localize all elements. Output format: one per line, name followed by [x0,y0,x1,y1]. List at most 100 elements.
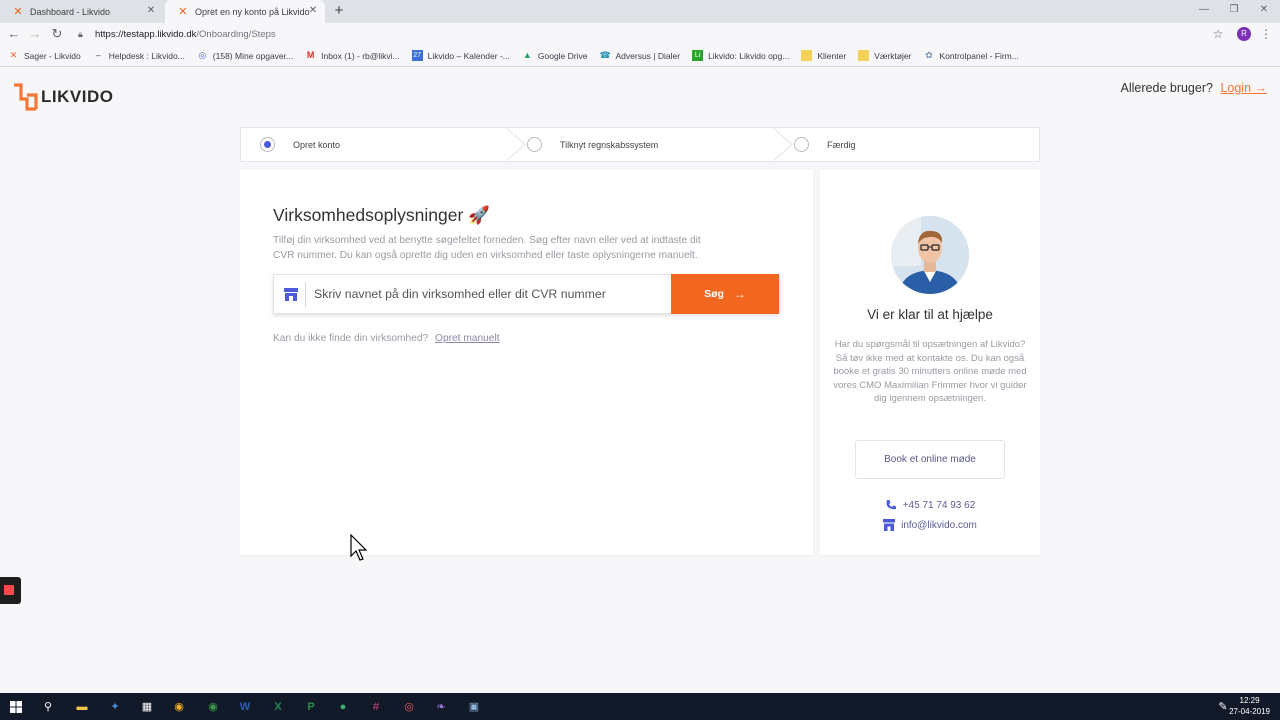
bookmark-kalender[interactable]: 27 Likvido – Kalender -... [411,50,510,61]
bookmark-label: Google Drive [537,50,588,61]
reload-button[interactable]: ↻ [49,26,65,42]
record-stop-icon [4,585,14,595]
restore-button[interactable]: ❐ [1221,2,1247,18]
chrome-profile-icon[interactable]: ◉ [203,697,223,716]
address-bar: ← → ↻ 🔒︎ https://testapp.likvido.dk/Onbo… [0,23,1280,45]
step-divider-icon [505,128,526,161]
lock-icon: 🔒︎ [78,28,83,39]
browser-menu-icon[interactable]: ⋮ [1260,26,1272,42]
search-button[interactable]: Søg → [671,274,779,314]
logo-text: LIKVIDO [41,87,114,106]
onboarding-stepper: Opret konto Tilknyt regnskabssystem Færd… [240,127,1040,162]
bookmark-adversus[interactable]: ☎ Adversus | Dialer [599,50,680,61]
bookmark-label: Sager - Likvido [24,50,81,61]
arrow-right-icon: → [733,287,746,301]
step-tilknyt[interactable]: Tilknyt regnskabssystem [527,128,658,161]
bookmarks-bar: ✕ Sager - Likvido – Helpdesk : Likvido... … [0,45,1280,67]
project-icon[interactable]: P [301,697,321,716]
step-divider-icon [772,128,793,161]
windows-taskbar: ⚲ ▬ ✦ ▦ ◉ ◉ W X P ● # ◎ ❧ ▣ ✎ 12:29 27-0… [0,693,1280,720]
company-search: Søg → [273,274,780,314]
phone-link[interactable]: +45 71 74 93 62 [820,499,1040,511]
tab-dashboard[interactable]: ✕ Dashboard - Likvido ✕ [0,0,163,23]
shop-icon [883,519,896,531]
back-button[interactable]: ← [6,26,22,42]
step-label: Færdig [827,139,856,150]
close-tab-icon[interactable]: ✕ [307,5,319,17]
close-tab-icon[interactable]: ✕ [145,5,157,17]
step-radio [527,137,542,152]
word-icon[interactable]: W [235,697,255,716]
bookmark-label: (158) Mine opgaver... [212,50,294,61]
create-manually-link[interactable]: Opret manuelt [435,333,500,344]
browser-tab-bar: ✕ Dashboard - Likvido ✕ ✕ Opret en ny ko… [0,0,1280,23]
feather-icon[interactable]: ❧ [431,697,451,716]
calculator-icon[interactable]: ▦ [137,697,157,716]
bookmark-star-icon[interactable]: ☆ [1210,26,1226,42]
step-label: Opret konto [293,139,341,150]
clock-time: 12:29 [1239,696,1260,705]
company-search-input[interactable] [314,284,664,304]
bookmark-inbox[interactable]: M Inbox (1) - rb@likvi... [305,50,400,61]
screen-recorder-widget[interactable] [0,577,21,604]
new-tab-button[interactable]: + [331,3,347,19]
dialer-icon: ☎ [599,50,611,60]
app-icon[interactable]: ✦ [105,697,125,716]
bookmark-label: Inbox (1) - rb@likvi... [321,50,400,61]
likvido-favicon-icon: ✕ [178,5,188,18]
bookmark-drive[interactable]: ▲ Google Drive [522,50,588,61]
excel-icon[interactable]: X [268,697,288,716]
bookmark-label: Værktøjer [874,50,912,61]
step-faerdig[interactable]: Færdig [794,128,856,161]
bookmark-likvido-opg[interactable]: Li Likvido: Likvido opg... [692,50,789,61]
forward-button[interactable]: → [27,26,43,42]
gear-icon: ✿ [925,50,933,60]
target-icon: ◎ [198,50,207,60]
book-meeting-button[interactable]: Book et online møde [855,440,1005,479]
search-icon[interactable]: ⚲ [38,697,58,716]
slack-icon[interactable]: # [366,697,386,716]
bookmark-label: Klienter [817,50,847,61]
email-link[interactable]: info@likvido.com [820,519,1040,531]
likvido-logo[interactable]: LIKVIDO [12,83,113,111]
phone-number: +45 71 74 93 62 [902,499,976,511]
login-link[interactable]: Login → [1220,81,1267,95]
tab-onboarding[interactable]: ✕ Opret en ny konto på Likvido ✕ [165,0,325,23]
app-spiral-icon[interactable]: ◎ [399,697,419,716]
bookmark-helpdesk[interactable]: – Helpdesk : Likvido... [93,50,185,61]
bookmark-vaerktojer[interactable]: Værktøjer [858,50,911,61]
list-icon: Li [692,50,704,61]
likvido-logo-mark-icon [14,83,38,111]
avatar [891,216,969,294]
clock-date: 27-04-2019 [1229,707,1270,716]
page-title: Virksomhedsoplysninger 🚀 [273,205,490,225]
url-path: /Onboarding/Steps [196,28,276,40]
likvido-icon: ✕ [9,50,18,60]
minimize-button[interactable]: — [1191,2,1217,18]
help-text: Har du spørgsmål til opsætningen af Likv… [833,339,1027,404]
url-field[interactable]: 🔒︎ https://testapp.likvido.dk/Onboarding… [78,26,276,42]
file-explorer-icon[interactable]: ▬ [72,697,92,716]
bookmark-opgaver[interactable]: ◎ (158) Mine opgaver... [197,50,293,61]
step-radio [794,137,809,152]
bookmark-label: Helpdesk : Likvido... [108,50,185,61]
app-green-icon[interactable]: ● [333,697,353,716]
system-clock[interactable]: 12:29 27-04-2019 [1229,695,1270,717]
bookmark-klienter[interactable]: Klienter [801,50,846,61]
bookmark-kontrolpanel[interactable]: ✿ Kontrolpanel - Firm... [923,50,1019,61]
chrome-icon[interactable]: ◉ [169,697,189,716]
windows-start-icon[interactable] [6,697,26,716]
page-description: Tilføj din virksomhed ved at benytte søg… [273,235,701,261]
step-opret-konto[interactable]: Opret konto [260,128,340,161]
remote-desktop-icon[interactable]: ▣ [464,697,484,716]
step-label: Tilknyt regnskabssystem [560,139,659,150]
bookmark-sager[interactable]: ✕ Sager - Likvido [8,50,81,61]
bookmark-label: Likvido – Kalender -... [427,50,510,61]
tab-title: Opret en ny konto på Likvido [195,6,310,17]
close-window-button[interactable]: ✕ [1251,2,1277,18]
folder-icon [801,50,813,61]
profile-avatar[interactable]: R [1237,27,1251,41]
likvido-favicon-icon: ✕ [13,5,23,18]
dash-icon: – [95,50,101,60]
company-info-card: Virksomhedsoplysninger 🚀 Tilføj din virk… [240,170,813,555]
